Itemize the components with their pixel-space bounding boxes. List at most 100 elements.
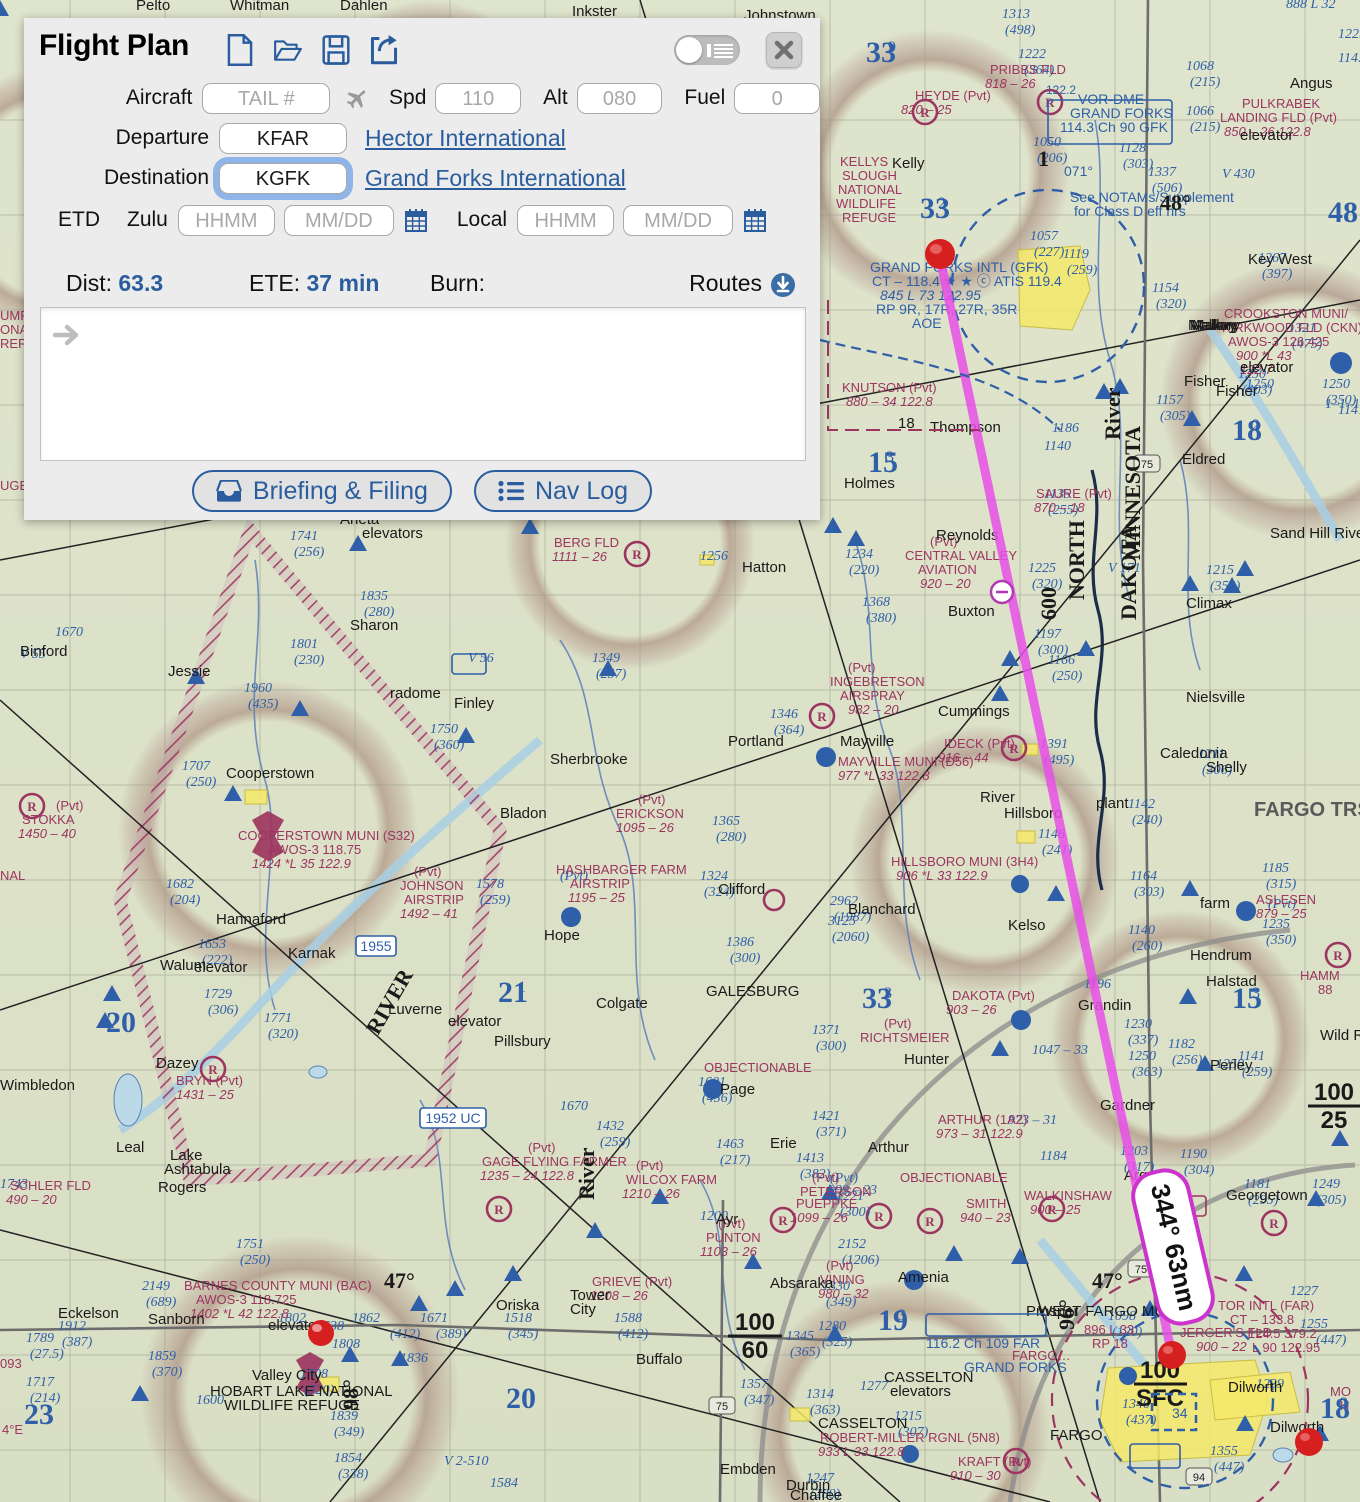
svg-text:Sharon: Sharon xyxy=(350,617,398,634)
svg-text:1729: 1729 xyxy=(204,987,232,1002)
svg-text:ASLESEN: ASLESEN xyxy=(1256,892,1316,907)
svg-text:Sherbrooke: Sherbrooke xyxy=(550,751,628,768)
share-icon[interactable] xyxy=(369,34,399,66)
svg-text:V 430: V 430 xyxy=(1222,167,1255,182)
spd-input[interactable]: 110 xyxy=(435,82,522,114)
close-icon xyxy=(774,40,794,60)
svg-text:(256): (256) xyxy=(294,545,325,560)
ete-stat: ETE: 37 min xyxy=(249,270,379,297)
svg-text:Mallory: Mallory xyxy=(1190,317,1239,334)
svg-text:Amenia: Amenia xyxy=(898,1269,950,1286)
svg-text:(305): (305) xyxy=(1316,1193,1347,1208)
svg-text:Sand Hill River: Sand Hill River xyxy=(1270,525,1360,542)
svg-text:Caledonia: Caledonia xyxy=(1160,745,1228,762)
svg-text:Buffalo: Buffalo xyxy=(636,1351,682,1368)
svg-text:OBJECTIONABLE: OBJECTIONABLE xyxy=(704,1060,812,1075)
svg-text:1095 – 26: 1095 – 26 xyxy=(616,820,675,835)
svg-text:1197: 1197 xyxy=(1034,627,1062,642)
svg-text:Embden: Embden xyxy=(720,1461,776,1478)
svg-text:(338): (338) xyxy=(338,1467,369,1482)
close-button[interactable] xyxy=(766,32,802,68)
nav-log-label: Nav Log xyxy=(534,476,629,505)
zulu-date-input[interactable]: MM/DD xyxy=(283,204,394,236)
svg-text:122.2: 122.2 xyxy=(1046,83,1076,97)
svg-text:1185: 1185 xyxy=(1262,861,1289,876)
svg-text:Jessie: Jessie xyxy=(168,663,211,680)
open-folder-icon[interactable] xyxy=(273,34,303,66)
destination-input[interactable]: KGFK xyxy=(219,162,347,194)
svg-text:100: 100 xyxy=(1314,1079,1354,1106)
svg-text:(300): (300) xyxy=(816,1039,847,1054)
new-document-icon[interactable] xyxy=(225,34,255,66)
svg-text:870 – 18: 870 – 18 xyxy=(1034,500,1085,515)
alt-input[interactable]: 080 xyxy=(576,82,663,114)
svg-text:ERICKSON: ERICKSON xyxy=(616,806,684,821)
departure-label: Departure xyxy=(115,126,209,149)
routes-dropdown-icon[interactable] xyxy=(770,272,796,298)
svg-text:(250): (250) xyxy=(186,775,217,790)
svg-text:23: 23 xyxy=(24,1398,54,1431)
svg-text:1588: 1588 xyxy=(614,1311,642,1326)
svg-text:Hannaford: Hannaford xyxy=(216,911,286,928)
svg-text:HAMM: HAMM xyxy=(1300,968,1340,983)
briefing-filing-button[interactable]: Briefing & Filing xyxy=(191,470,452,512)
svg-text:(349): (349) xyxy=(334,1425,365,1440)
destination-airport-link[interactable]: Grand Forks International xyxy=(365,165,626,192)
routes-label[interactable]: Routes xyxy=(689,270,762,297)
burn-label: Burn: xyxy=(430,270,485,296)
local-label: Local xyxy=(456,208,508,231)
svg-text:PUNTON: PUNTON xyxy=(706,1230,761,1245)
zulu-calendar-icon[interactable] xyxy=(404,208,427,232)
svg-text:elevator: elevator xyxy=(1240,359,1293,376)
departure-input[interactable]: KFAR xyxy=(219,122,347,154)
svg-text:1314: 1314 xyxy=(806,1387,834,1402)
svg-text:Valley City: Valley City xyxy=(252,1367,322,1384)
svg-text:BERG FLD: BERG FLD xyxy=(554,535,619,550)
svg-text:1682: 1682 xyxy=(166,877,194,892)
svg-text:1653: 1653 xyxy=(198,937,226,952)
svg-text:(387): (387) xyxy=(62,1335,93,1350)
svg-text:Rogers: Rogers xyxy=(158,1179,206,1196)
svg-text:Absaraka: Absaraka xyxy=(770,1275,834,1292)
svg-text:1955: 1955 xyxy=(360,938,391,954)
svg-text:1250: 1250 xyxy=(1128,1049,1156,1064)
local-calendar-icon[interactable] xyxy=(744,208,767,232)
zulu-label: Zulu xyxy=(127,208,168,231)
svg-text:(Pvt): (Pvt) xyxy=(884,1016,911,1031)
svg-text:1157: 1157 xyxy=(1156,393,1184,408)
zulu-time-input[interactable]: HHMM xyxy=(177,204,275,236)
departure-airport-link[interactable]: Hector International xyxy=(365,125,566,152)
svg-text:(227): (227) xyxy=(1034,245,1065,260)
svg-text:Sanborn: Sanborn xyxy=(148,1311,205,1328)
aircraft-input[interactable]: TAIL # xyxy=(202,82,331,114)
svg-text:1119: 1119 xyxy=(1063,247,1089,262)
svg-text:1346: 1346 xyxy=(770,707,798,722)
svg-text:Thompson: Thompson xyxy=(930,419,1001,436)
svg-text:(259): (259) xyxy=(1067,263,1098,278)
svg-text:plant: plant xyxy=(1096,795,1129,812)
svg-text:FARGO: FARGO xyxy=(1050,1427,1103,1444)
nav-log-button[interactable]: Nav Log xyxy=(473,470,653,512)
svg-text:(365): (365) xyxy=(790,1345,821,1360)
svg-text:20: 20 xyxy=(106,1006,136,1039)
list-icon xyxy=(498,480,524,502)
list-view-toggle[interactable] xyxy=(674,35,740,65)
fuel-input[interactable]: 0 xyxy=(734,82,820,114)
svg-text:2152: 2152 xyxy=(838,1237,866,1252)
svg-text:3: 3 xyxy=(1252,985,1260,1002)
svg-text:896 L 33: 896 L 33 xyxy=(1084,1322,1134,1337)
svg-text:JOHNSON: JOHNSON xyxy=(400,878,464,893)
local-time-input[interactable]: HHMM xyxy=(517,204,615,236)
svg-text:1345: 1345 xyxy=(786,1329,814,1344)
svg-text:1450 – 40: 1450 – 40 xyxy=(18,826,77,841)
local-date-input[interactable]: MM/DD xyxy=(623,204,734,236)
svg-text:R: R xyxy=(874,1209,884,1224)
svg-text:(230): (230) xyxy=(294,653,325,668)
svg-text:Binford: Binford xyxy=(20,643,68,660)
svg-text:906 *L 33 122.9: 906 *L 33 122.9 xyxy=(896,868,988,883)
svg-text:Fisher: Fisher xyxy=(1184,373,1226,390)
route-entry-field[interactable] xyxy=(40,307,806,461)
save-icon[interactable] xyxy=(321,34,351,66)
svg-text:1463: 1463 xyxy=(716,1137,744,1152)
svg-text:(397): (397) xyxy=(1262,267,1293,282)
